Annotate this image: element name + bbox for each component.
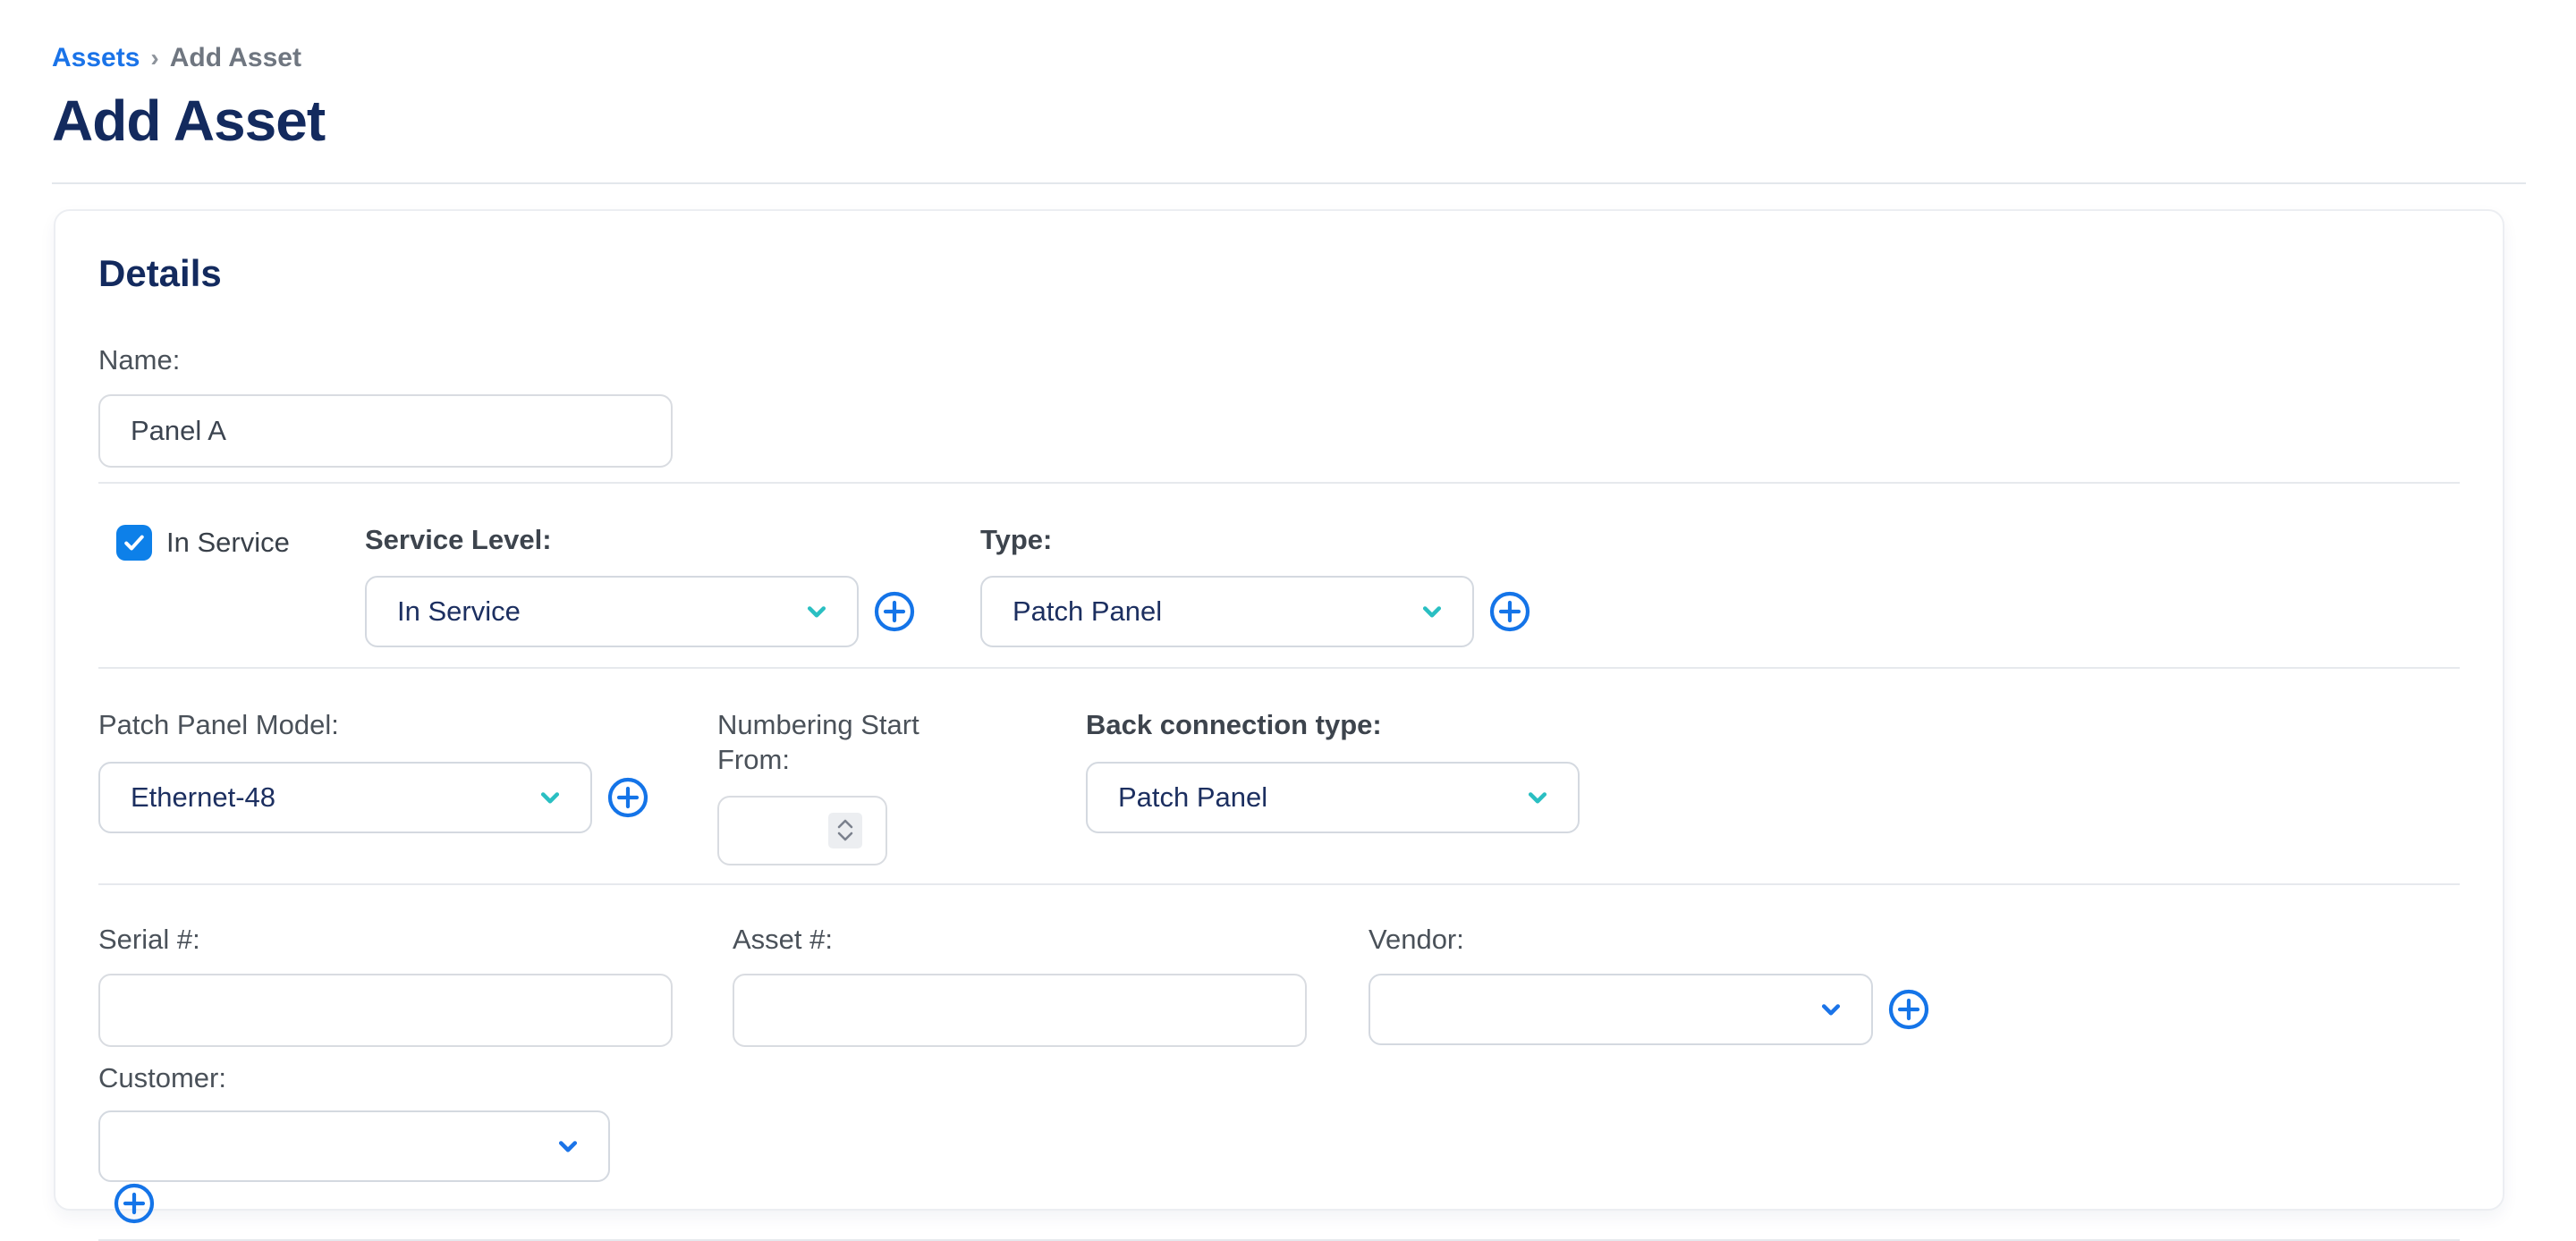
service-level-field: Service Level: In Service [365,523,980,647]
plus-circle-icon [606,776,649,819]
patch-panel-model-value: Ethernet-48 [131,781,275,814]
vendor-select[interactable] [1368,974,1873,1045]
name-input[interactable] [98,394,673,468]
back-connection-type-value: Patch Panel [1118,781,1267,814]
breadcrumb-assets-link[interactable]: Assets [52,43,140,73]
service-row: In Service Service Level: In Service Typ… [98,491,2460,647]
asset-input[interactable] [733,974,1307,1047]
row-divider [98,883,2460,885]
vendor-field: Vendor: [1368,923,1930,1045]
chevron-down-icon [535,782,565,813]
in-service-field: In Service [98,523,365,561]
chevron-down-icon [553,1131,583,1161]
page-header: Assets › Add Asset Add Asset [0,0,2576,154]
patch-panel-model-label: Patch Panel Model: [98,708,717,741]
chevron-up-icon [837,819,853,829]
chevron-down-icon [837,832,853,841]
back-connection-type-select[interactable]: Patch Panel [1086,762,1580,833]
add-service-level-button[interactable] [873,590,916,633]
customer-label: Customer: [98,1061,226,1094]
serial-field: Serial #: [98,923,733,1047]
back-connection-type-field: Back connection type: Patch Panel [1086,708,1580,832]
customer-row: Customer: [98,1047,2460,1225]
in-service-label: In Service [166,527,290,559]
chevron-down-icon [1417,596,1447,627]
patch-panel-model-select[interactable]: Ethernet-48 [98,762,592,833]
service-level-label: Service Level: [365,523,980,556]
add-customer-button[interactable] [113,1182,156,1225]
chevron-down-icon [1522,782,1553,813]
numbering-stepper[interactable] [828,813,862,848]
in-service-checkbox[interactable] [116,525,152,561]
model-row: Patch Panel Model: Ethernet-48 Numbering… [98,676,2460,865]
customer-select[interactable] [98,1110,610,1182]
add-type-button[interactable] [1488,590,1531,633]
plus-circle-icon [1488,590,1531,633]
details-card: Details Name: In Service Service Level: … [54,209,2504,1211]
add-vendor-button[interactable] [1887,988,1930,1031]
header-divider [52,182,2526,184]
patch-panel-model-field: Patch Panel Model: Ethernet-48 [98,708,717,832]
type-select[interactable]: Patch Panel [980,576,1474,647]
check-icon [122,530,147,555]
numbering-start-input-wrap [717,796,887,865]
chevron-down-icon [1816,994,1846,1025]
asset-label: Asset #: [733,923,1368,956]
plus-circle-icon [873,590,916,633]
vendor-label: Vendor: [1368,923,1930,956]
row-divider [98,667,2460,669]
serial-input[interactable] [98,974,673,1047]
chevron-down-icon [801,596,832,627]
name-label: Name: [98,343,2460,376]
type-field: Type: Patch Panel [980,523,1531,647]
service-level-select[interactable]: In Service [365,576,859,647]
serial-row: Serial #: Asset #: Vendor: [98,892,2460,1047]
back-connection-type-label: Back connection type: [1086,708,1580,741]
plus-circle-icon [113,1182,156,1225]
service-level-value: In Service [397,595,521,628]
details-heading: Details [98,252,2460,295]
asset-field: Asset #: [733,923,1368,1047]
type-value: Patch Panel [1013,595,1162,628]
page-title: Add Asset [52,88,2576,154]
plus-circle-icon [1887,988,1930,1031]
breadcrumb-separator-icon: › [150,44,158,72]
type-label: Type: [980,523,1531,556]
add-patch-panel-model-button[interactable] [606,776,649,819]
breadcrumb: Assets › Add Asset [52,43,2576,73]
breadcrumb-current: Add Asset [170,43,301,73]
serial-label: Serial #: [98,923,733,956]
row-divider [98,482,2460,484]
numbering-start-label: Numbering Start From: [717,708,959,778]
numbering-start-field: Numbering Start From: [717,708,1086,865]
